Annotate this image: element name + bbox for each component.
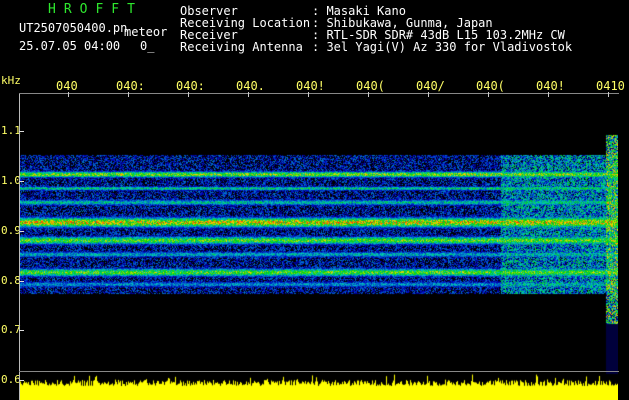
frequency-tick-mark <box>19 181 24 182</box>
frequency-tick-label: 1.1 <box>1 124 21 137</box>
capture-datetime: 25.07.05 04:00 <box>19 39 121 53</box>
time-tick-mark <box>68 92 69 97</box>
time-tick-mark <box>308 92 309 97</box>
meteor-count: 0_ <box>140 39 155 53</box>
meteor-label: meteor <box>124 25 168 39</box>
frequency-tick-label: 0.6 <box>1 373 21 386</box>
frequency-tick-label: 0.7 <box>1 323 21 336</box>
image-filename: UT2507050400.pn <box>19 21 128 35</box>
time-tick: 040! <box>536 79 565 93</box>
time-tick-mark <box>548 92 549 97</box>
time-tick: 0410 <box>596 79 625 93</box>
time-tick: 040. <box>236 79 265 93</box>
noise-baseline <box>19 371 619 372</box>
frequency-tick-mark <box>19 330 24 331</box>
plot-left-border <box>19 93 20 400</box>
frequency-tick-mark <box>19 131 24 132</box>
app-brand: HROFFT <box>48 2 143 17</box>
time-tick-mark <box>488 92 489 97</box>
frequency-tick-mark <box>19 380 24 381</box>
time-tick-mark <box>128 92 129 97</box>
spectrogram-canvas <box>20 94 618 400</box>
time-tick: 040: <box>116 79 145 93</box>
frequency-tick-label: 1.0 <box>1 174 21 187</box>
time-tick-mark <box>368 92 369 97</box>
frequency-unit-label: kHz <box>1 74 21 87</box>
time-tick: 040! <box>296 79 325 93</box>
frequency-tick-label: 0.9 <box>1 224 21 237</box>
field-label-antenna: Receiving Antenna <box>180 40 303 54</box>
time-tick: 040: <box>176 79 205 93</box>
frequency-tick-label: 0.8 <box>1 274 21 287</box>
time-tick-mark <box>608 92 609 97</box>
frequency-tick-mark <box>19 281 24 282</box>
time-tick-mark <box>248 92 249 97</box>
time-tick: 040 <box>56 79 78 93</box>
time-tick-mark <box>428 92 429 97</box>
frequency-tick-mark <box>19 231 24 232</box>
field-value-antenna: : 3el Yagi(V) Az 330 for Vladivostok <box>312 40 573 54</box>
plot-top-border <box>19 93 619 94</box>
time-tick: 040( <box>356 79 385 93</box>
time-tick: 040/ <box>416 79 445 93</box>
time-tick-mark <box>188 92 189 97</box>
time-tick: 040( <box>476 79 505 93</box>
